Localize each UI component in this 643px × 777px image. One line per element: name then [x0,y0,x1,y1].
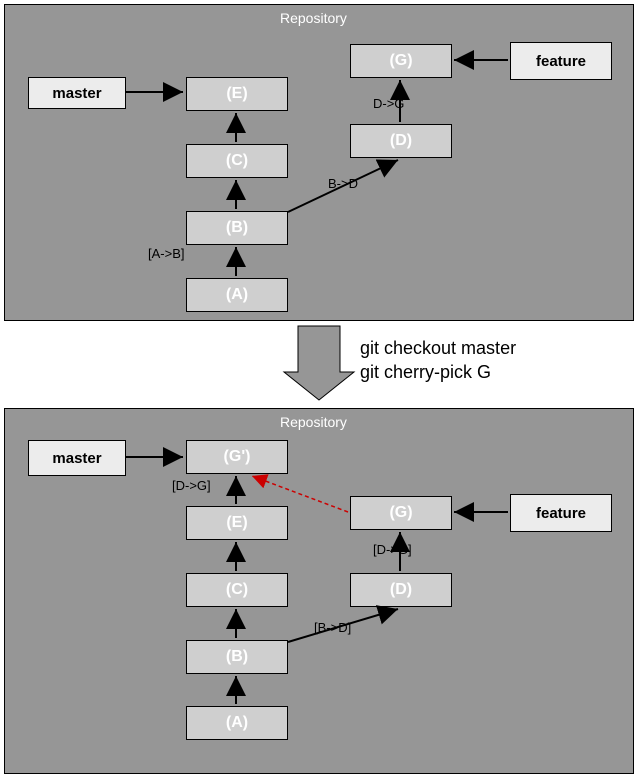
panel-title-top: Repository [280,10,347,26]
node-gprime-bottom: (G') [186,440,288,474]
panel-title-bottom: Repository [280,414,347,430]
node-g-bottom: (G) [350,496,452,530]
edge-label-dg-top: D->G [373,96,404,111]
branch-master-top: master [28,77,126,109]
edge-label-bd-bottom: [B->D] [314,620,351,635]
edge-label-bd-top: B->D [328,176,358,191]
node-a-bottom: (A) [186,706,288,740]
node-a-top: (A) [186,278,288,312]
command-checkout: git checkout master [360,338,516,359]
edge-label-dg2-bottom: [D->G] [373,542,412,557]
branch-feature-top: feature [510,42,612,80]
node-c-top: (C) [186,144,288,178]
branch-feature-bottom: feature [510,494,612,532]
node-e-top: (E) [186,77,288,111]
node-b-bottom: (B) [186,640,288,674]
node-e-bottom: (E) [186,506,288,540]
node-c-bottom: (C) [186,573,288,607]
node-d-bottom: (D) [350,573,452,607]
edge-label-dg1-bottom: [D->G] [172,478,211,493]
branch-master-bottom: master [28,440,126,476]
command-cherry-pick: git cherry-pick G [360,362,491,383]
node-g-top: (G) [350,44,452,78]
node-d-top: (D) [350,124,452,158]
edge-label-ab-top: [A->B] [148,246,185,261]
node-b-top: (B) [186,211,288,245]
